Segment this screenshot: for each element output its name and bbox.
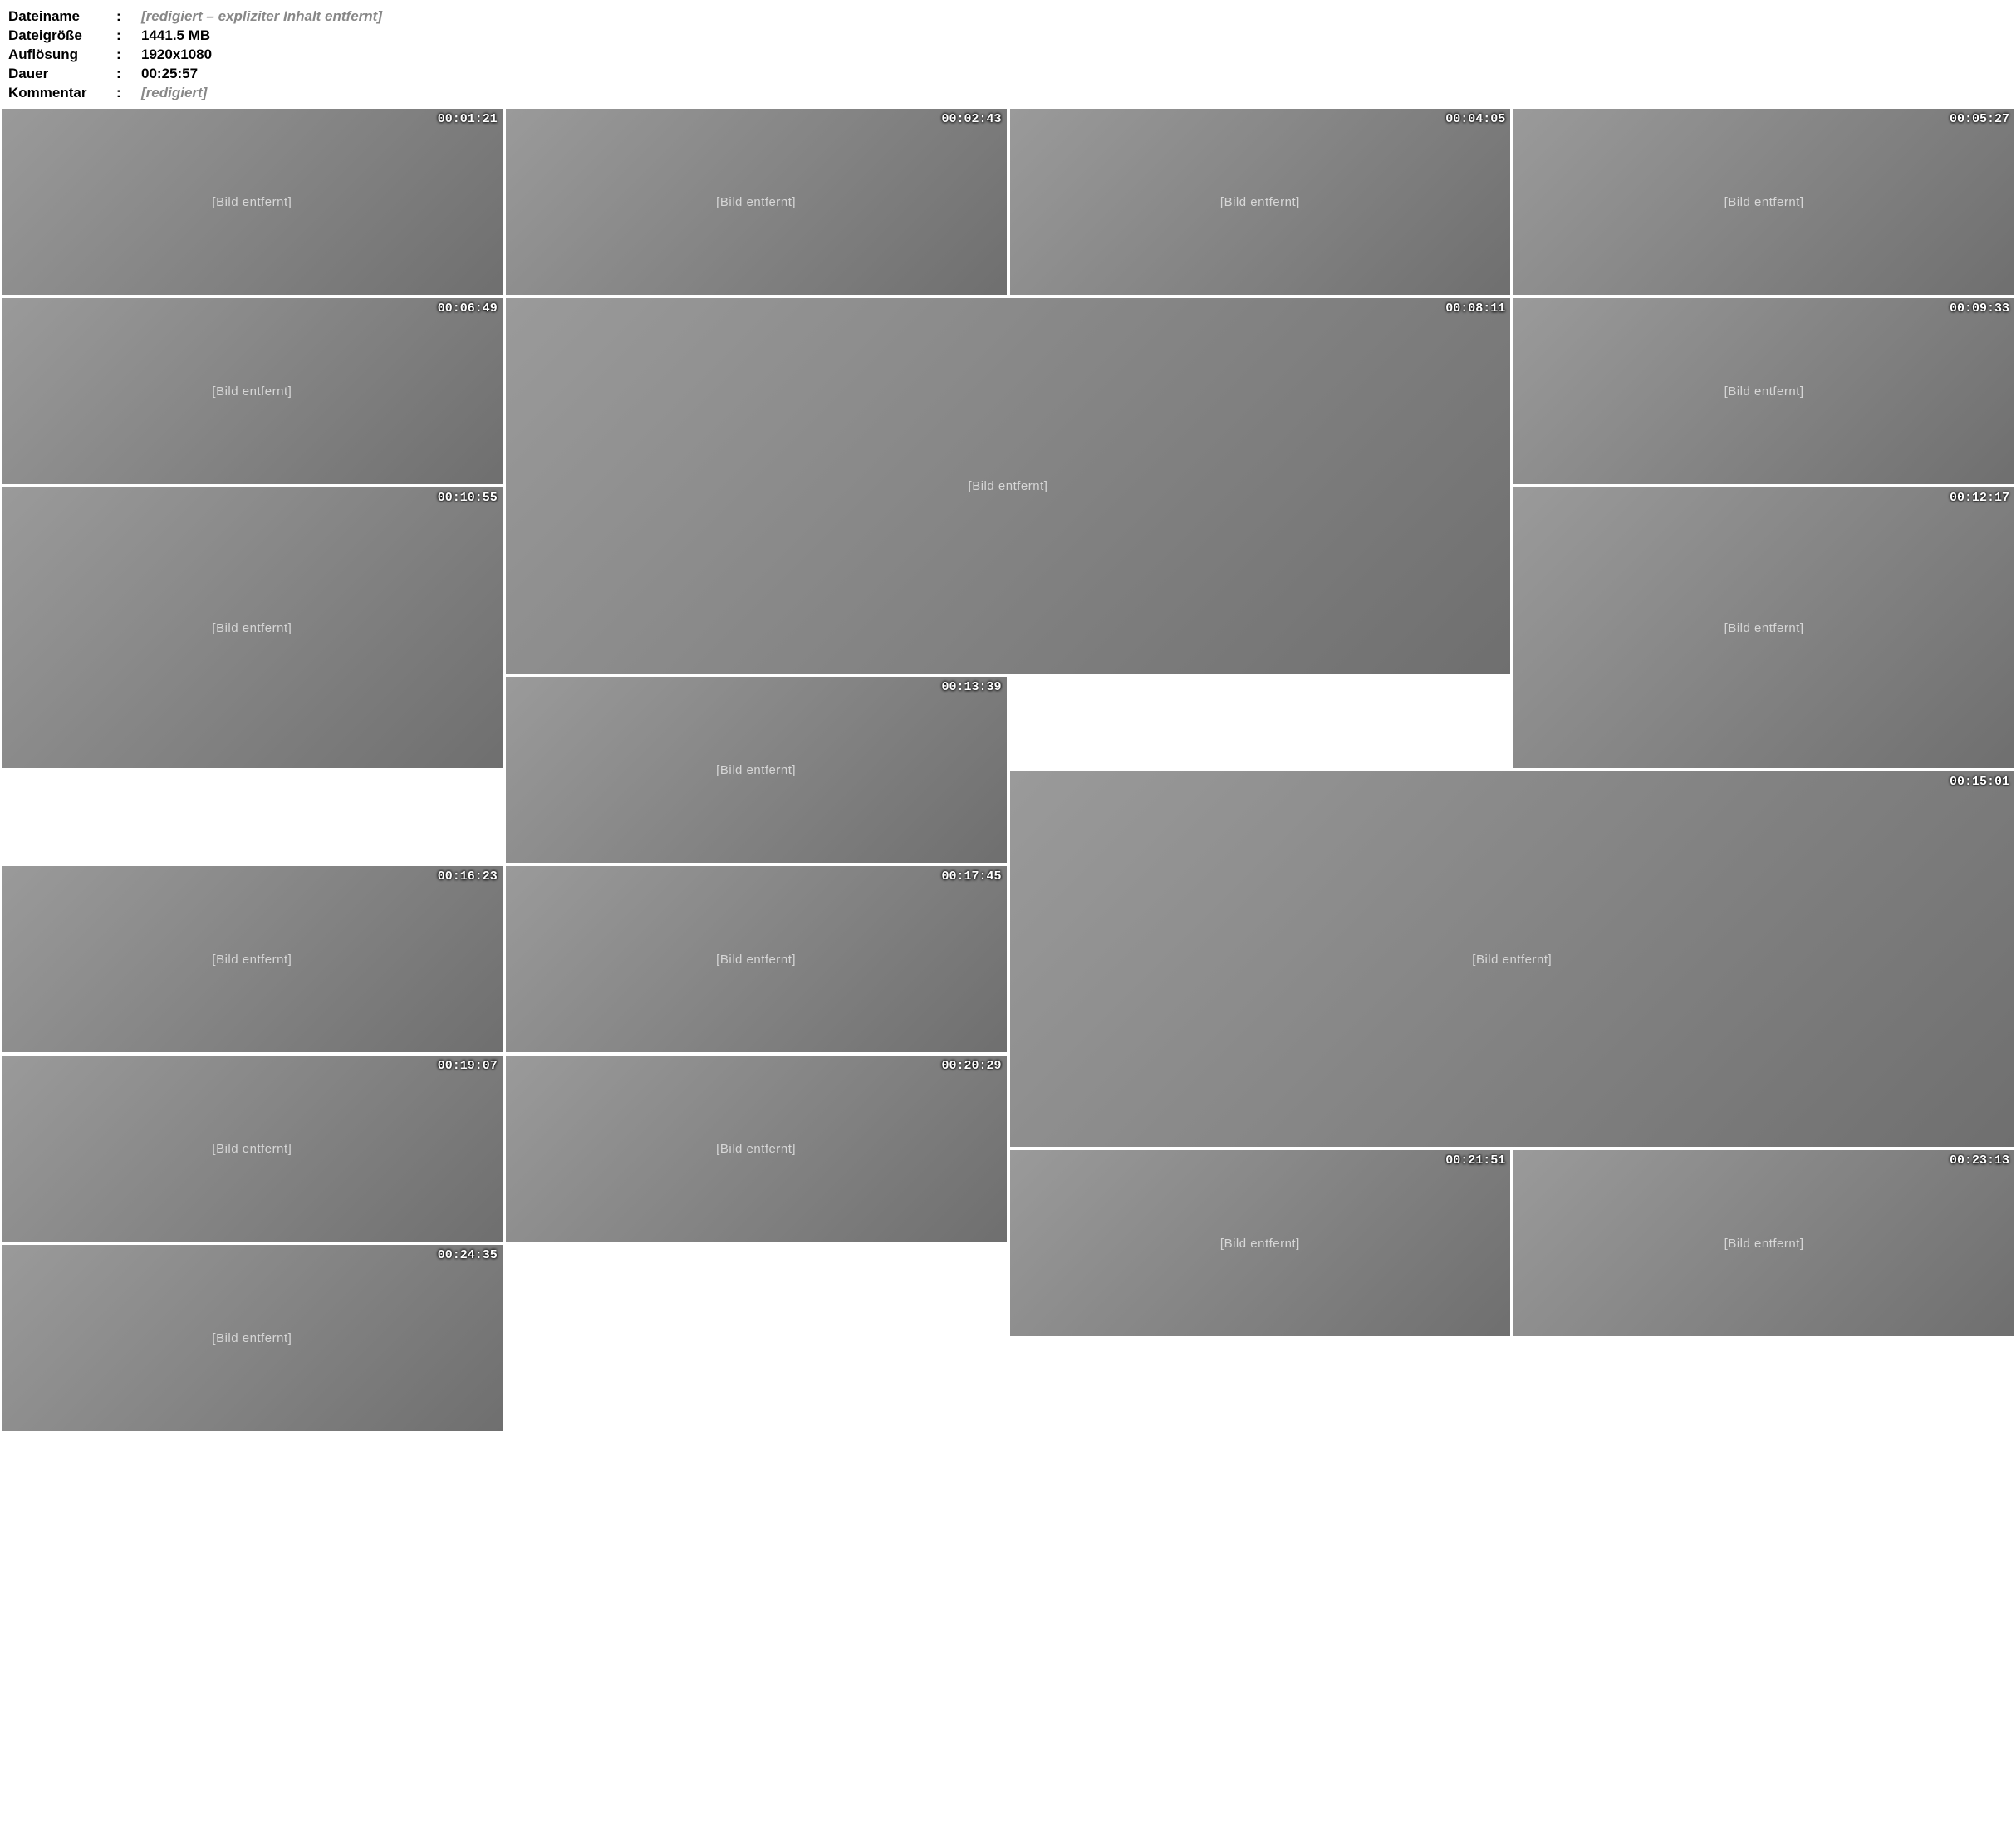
video-thumbnail: [Bild entfernt] 00:13:39 [506, 677, 1007, 863]
metadata-label: Kommentar [8, 83, 116, 102]
thumbnail-timestamp: 00:05:27 [1950, 112, 2009, 126]
thumbnail-grid: [Bild entfernt] 00:01:21 [Bild entfernt]… [0, 107, 2016, 1433]
placeholder-label: [Bild entfernt] [2, 109, 503, 295]
thumbnail-timestamp: 00:12:17 [1950, 491, 2009, 505]
thumbnail-timestamp: 00:08:11 [1445, 301, 1505, 316]
video-thumbnail: [Bild entfernt] 00:21:51 [1010, 1150, 1511, 1336]
placeholder-label: [Bild entfernt] [2, 866, 503, 1052]
thumbnail-timestamp: 00:17:45 [941, 869, 1001, 884]
thumbnail-timestamp: 00:09:33 [1950, 301, 2009, 316]
video-thumbnail: [Bild entfernt] 00:06:49 [2, 298, 503, 484]
video-thumbnail: [Bild entfernt] 00:09:33 [1513, 298, 2014, 484]
thumbnail-timestamp: 00:21:51 [1445, 1154, 1505, 1168]
thumbnail-timestamp: 00:10:55 [438, 491, 498, 505]
thumbnail-timestamp: 00:06:49 [438, 301, 498, 316]
metadata-row: Dauer : 00:25:57 [8, 64, 2008, 83]
metadata-colon: : [116, 45, 141, 64]
thumbnail-timestamp: 00:16:23 [438, 869, 498, 884]
video-thumbnail: [Bild entfernt] 00:05:27 [1513, 109, 2014, 295]
placeholder-label: [Bild entfernt] [1010, 771, 2015, 1147]
video-thumbnail: [Bild entfernt] 00:10:55 [2, 487, 503, 768]
metadata-value: 1920x1080 [141, 45, 212, 64]
metadata-colon: : [116, 7, 141, 26]
video-thumbnail: [Bild entfernt] 00:15:01 [1010, 771, 2015, 1147]
thumbnail-timestamp: 00:19:07 [438, 1059, 498, 1073]
thumbnail-timestamp: 00:13:39 [941, 680, 1001, 694]
metadata-label: Dauer [8, 64, 116, 83]
metadata-row: Kommentar : [redigiert] [8, 83, 2008, 102]
placeholder-label: [Bild entfernt] [2, 298, 503, 484]
metadata-colon: : [116, 83, 141, 102]
placeholder-label: [Bild entfernt] [506, 677, 1007, 863]
metadata-row: Dateigröße : 1441.5 MB [8, 26, 2008, 45]
thumbnail-timestamp: 00:04:05 [1445, 112, 1505, 126]
thumbnail-timestamp: 00:23:13 [1950, 1154, 2009, 1168]
metadata-label: Auflösung [8, 45, 116, 64]
metadata-value: [redigiert] [141, 83, 207, 102]
metadata-colon: : [116, 26, 141, 45]
metadata-row: Dateiname : [redigiert – expliziter Inha… [8, 7, 2008, 26]
metadata-label: Dateigröße [8, 26, 116, 45]
video-thumbnail: [Bild entfernt] 00:20:29 [506, 1056, 1007, 1242]
placeholder-label: [Bild entfernt] [506, 298, 1511, 674]
thumbnail-timestamp: 00:20:29 [941, 1059, 1001, 1073]
placeholder-label: [Bild entfernt] [2, 1245, 503, 1431]
placeholder-label: [Bild entfernt] [506, 109, 1007, 295]
metadata-label: Dateiname [8, 7, 116, 26]
placeholder-label: [Bild entfernt] [1513, 487, 2014, 768]
video-thumbnail: [Bild entfernt] 00:24:35 [2, 1245, 503, 1431]
metadata-value: [redigiert – expliziter Inhalt entfernt] [141, 7, 382, 26]
thumbnail-timestamp: 00:24:35 [438, 1248, 498, 1262]
contact-sheet: Dateiname : [redigiert – expliziter Inha… [0, 0, 2016, 1433]
thumbnail-timestamp: 00:15:01 [1950, 775, 2009, 789]
video-thumbnail: [Bild entfernt] 00:23:13 [1513, 1150, 2014, 1336]
metadata-header: Dateiname : [redigiert – expliziter Inha… [0, 0, 2016, 107]
metadata-value: 1441.5 MB [141, 26, 210, 45]
thumbnail-timestamp: 00:01:21 [438, 112, 498, 126]
video-thumbnail: [Bild entfernt] 00:01:21 [2, 109, 503, 295]
metadata-row: Auflösung : 1920x1080 [8, 45, 2008, 64]
placeholder-label: [Bild entfernt] [506, 866, 1007, 1052]
placeholder-label: [Bild entfernt] [1513, 1150, 2014, 1336]
placeholder-label: [Bild entfernt] [1010, 1150, 1511, 1336]
placeholder-label: [Bild entfernt] [506, 1056, 1007, 1242]
video-thumbnail: [Bild entfernt] 00:02:43 [506, 109, 1007, 295]
placeholder-label: [Bild entfernt] [1010, 109, 1511, 295]
video-thumbnail: [Bild entfernt] 00:16:23 [2, 866, 503, 1052]
video-thumbnail: [Bild entfernt] 00:08:11 [506, 298, 1511, 674]
placeholder-label: [Bild entfernt] [1513, 298, 2014, 484]
video-thumbnail: [Bild entfernt] 00:04:05 [1010, 109, 1511, 295]
video-thumbnail: [Bild entfernt] 00:17:45 [506, 866, 1007, 1052]
video-thumbnail: [Bild entfernt] 00:12:17 [1513, 487, 2014, 768]
metadata-value: 00:25:57 [141, 64, 198, 83]
placeholder-label: [Bild entfernt] [1513, 109, 2014, 295]
metadata-colon: : [116, 64, 141, 83]
placeholder-label: [Bild entfernt] [2, 1056, 503, 1242]
thumbnail-timestamp: 00:02:43 [941, 112, 1001, 126]
video-thumbnail: [Bild entfernt] 00:19:07 [2, 1056, 503, 1242]
placeholder-label: [Bild entfernt] [2, 487, 503, 768]
